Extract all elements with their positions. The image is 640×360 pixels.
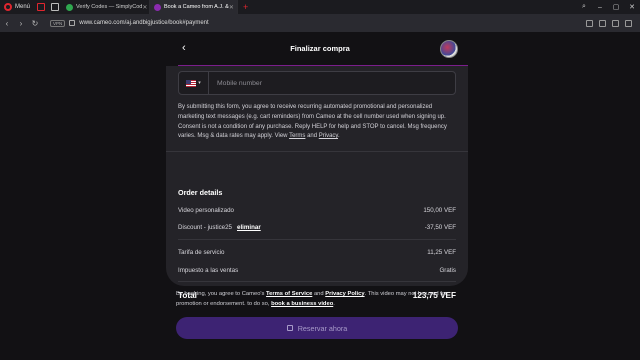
payment-card: ▾ By submitting this form, you agree to … (166, 66, 468, 300)
terms-link[interactable]: Terms (289, 133, 305, 139)
order-row-video: Video personalizado 150,00 VEF (178, 207, 456, 214)
row-value: 150,00 VEF (423, 207, 456, 214)
checkout-page: ‹ Finalizar compra ▾ By submitting this … (0, 32, 640, 360)
opera-logo-icon (4, 3, 12, 11)
browser-menu-button[interactable]: Menú (0, 0, 34, 14)
vpn-badge[interactable]: VPN (50, 19, 66, 27)
back-nav-icon[interactable]: ‹ (0, 19, 14, 28)
order-row-sales-tax: Impuesto a las ventas Gratis (178, 267, 456, 274)
workspace-icon[interactable] (51, 3, 60, 11)
order-details-title: Order details (178, 188, 223, 197)
row-label: Discount - justice25 (178, 224, 232, 231)
address-bar-actions (586, 19, 640, 27)
new-tab-button[interactable]: + (238, 2, 253, 12)
minimize-icon[interactable]: – (592, 4, 608, 11)
reserve-label: Reservar ahora (297, 323, 348, 333)
forward-nav-icon[interactable]: › (14, 19, 28, 28)
maximize-icon[interactable]: ▢ (608, 3, 624, 11)
phone-field: ▾ (178, 71, 456, 95)
search-tabs-icon[interactable]: ⌕ (576, 3, 592, 11)
terms-of-service-link[interactable]: Terms of Service (266, 291, 312, 297)
consent-end: . (338, 133, 340, 140)
row-value: 11,25 VEF (427, 249, 456, 256)
browser-menu-label: Menú (15, 4, 31, 10)
browser-tab-strip: Menú Verify Codes — SimplyCod ✕ Book a C… (0, 0, 640, 14)
privacy-link[interactable]: Privacy (319, 133, 338, 139)
window-controls: ⌕ – ▢ ✕ (576, 0, 640, 14)
lock-icon[interactable] (69, 20, 76, 26)
business-video-link[interactable]: book a business video (271, 301, 333, 307)
address-bar: ‹ › ↻ VPN www.cameo.com/aj.andbigjustice… (0, 14, 640, 32)
terms-end: . (333, 301, 335, 307)
tab-title: Verify Codes — SimplyCod (76, 4, 143, 10)
sms-consent-text: By submitting this form, you agree to re… (178, 103, 460, 142)
url-field[interactable]: www.cameo.com/aj.andbigjustice/book#paym… (79, 20, 208, 26)
page-title: Finalizar compra (290, 44, 350, 53)
close-icon[interactable]: ✕ (229, 4, 234, 11)
row-label: Impuesto a las ventas (178, 267, 239, 274)
consent-and: and (305, 133, 319, 140)
mail-icon[interactable] (37, 3, 46, 11)
remove-discount-link[interactable]: eliminar (237, 224, 261, 231)
chevron-down-icon: ▾ (198, 80, 201, 86)
order-row-discount: Discount - justice25 eliminar -37,50 VEF (178, 224, 456, 231)
lock-icon (286, 325, 293, 331)
terms-and: and (312, 291, 326, 297)
divider (178, 239, 456, 240)
download-icon[interactable] (625, 19, 632, 27)
mobile-number-input[interactable] (217, 79, 417, 87)
reserve-button[interactable]: Reservar ahora (176, 317, 458, 339)
booking-terms-text: By booking, you agree to Cameo's Terms o… (176, 289, 462, 309)
divider (178, 281, 456, 282)
reload-icon[interactable]: ↻ (28, 19, 42, 28)
extensions-icon[interactable] (599, 19, 606, 27)
tab-favicon-icon (154, 3, 162, 11)
order-row-service-fee: Tarifa de servicio 11,25 VEF (178, 249, 456, 256)
us-flag-icon (186, 79, 197, 87)
row-value: -37,50 VEF (424, 224, 456, 231)
row-label: Video personalizado (178, 207, 234, 214)
close-window-icon[interactable]: ✕ (624, 3, 640, 11)
tab-favicon-icon (66, 3, 74, 11)
tab-title: Book a Cameo from A.J. & (164, 4, 229, 10)
country-selector[interactable]: ▾ (179, 72, 209, 94)
privacy-policy-link[interactable]: Privacy Policy (325, 291, 364, 297)
avatar[interactable] (440, 40, 458, 58)
terms-prefix: By booking, you agree to Cameo's (176, 291, 267, 297)
row-label: Tarifa de servicio (178, 249, 225, 256)
divider (166, 151, 468, 152)
row-value: Gratis (439, 267, 456, 274)
close-icon[interactable]: ✕ (142, 4, 147, 11)
camera-icon[interactable] (586, 19, 593, 27)
tab-verify-codes[interactable]: Verify Codes — SimplyCod ✕ (62, 0, 151, 14)
checkout-header: ‹ Finalizar compra (0, 32, 640, 66)
bookmark-icon[interactable] (612, 19, 619, 27)
tab-book-cameo[interactable]: Book a Cameo from A.J. & ✕ (150, 0, 239, 14)
